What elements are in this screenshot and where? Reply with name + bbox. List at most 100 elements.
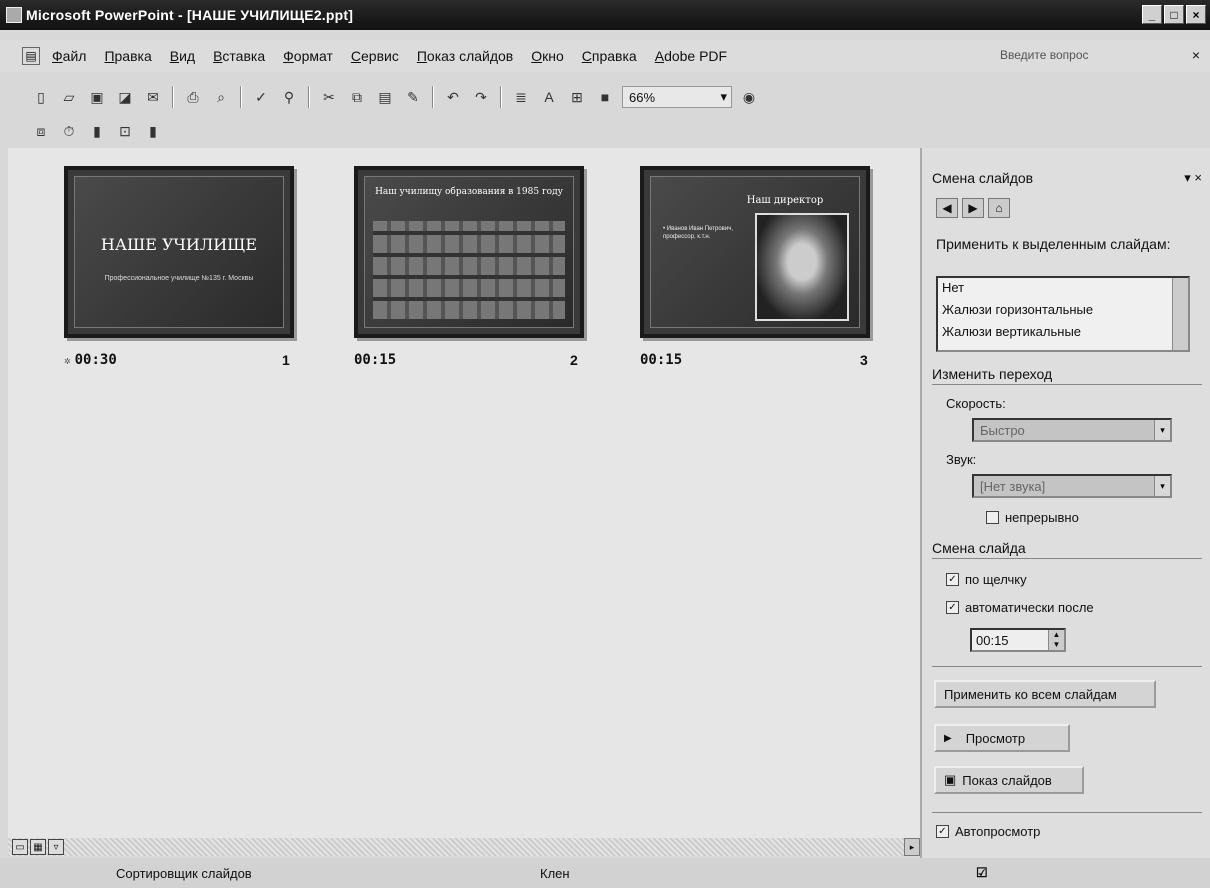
transition-option[interactable]: Жалюзи вертикальные xyxy=(938,322,1188,344)
slideshow-icon: ▣ xyxy=(944,772,957,787)
toolbar-handle-icon: ▮ xyxy=(149,122,157,139)
back-icon[interactable]: ◀ xyxy=(936,198,958,218)
advance-slide-header: Смена слайда xyxy=(932,540,1202,559)
format-painter-icon[interactable]: ✎ xyxy=(402,86,424,108)
permission-icon[interactable]: ◪ xyxy=(114,86,136,108)
autopreview-checkbox[interactable]: ✓ Автопросмотр xyxy=(936,824,1040,839)
window-controls: _ □ × xyxy=(1142,5,1206,24)
normal-view-icon[interactable]: ▭ xyxy=(12,839,28,855)
slide-sorter-view: НАШЕ УЧИЛИЩЕ Профессиональное училище №1… xyxy=(8,148,920,838)
pane-menu-icon[interactable]: ▾ xyxy=(1184,170,1191,185)
slideshow-view-icon[interactable]: ▿ xyxy=(48,839,64,855)
list-scrollbar[interactable] xyxy=(1172,278,1188,350)
chevron-down-icon: ▾ xyxy=(720,89,727,104)
expand-all-icon[interactable]: ≣ xyxy=(510,86,532,108)
menu-insert[interactable]: Вставка xyxy=(213,48,265,64)
pane-close-icon[interactable]: × xyxy=(1194,170,1202,185)
loop-checkbox[interactable]: непрерывно xyxy=(986,510,1079,525)
undo-icon[interactable]: ↶ xyxy=(442,86,464,108)
speed-label: Скорость: xyxy=(946,396,1006,411)
research-icon[interactable]: ⚲ xyxy=(278,86,300,108)
title-bar: Microsoft PowerPoint - [НАШЕ УЧИЛИЩЕ2.pp… xyxy=(0,0,1210,30)
menu-format[interactable]: Формат xyxy=(283,48,333,64)
menu-help[interactable]: Справка xyxy=(582,48,637,64)
redo-icon[interactable]: ↷ xyxy=(470,86,492,108)
spelling-status-icon: ☑ xyxy=(976,865,988,880)
maximize-button[interactable]: □ xyxy=(1164,5,1184,24)
chevron-down-icon: ▾ xyxy=(1154,476,1170,496)
slide-title: Наш директор xyxy=(746,195,824,206)
summary-slide-icon[interactable]: ⊡ xyxy=(114,120,136,142)
speed-select[interactable]: Быстро ▾ xyxy=(972,418,1172,442)
hide-slide-icon[interactable]: ⧈ xyxy=(30,120,52,142)
preview-button[interactable]: ▶ Просмотр xyxy=(934,724,1070,752)
sound-label: Звук: xyxy=(946,452,977,467)
help-question-input[interactable]: Введите вопрос xyxy=(1000,48,1160,68)
pane-controls: ▾ × xyxy=(1184,170,1202,186)
transition-list[interactable]: Нет Жалюзи горизонтальные Жалюзи вертика… xyxy=(936,276,1190,352)
close-button[interactable]: × xyxy=(1186,5,1206,24)
apply-all-button[interactable]: Применить ко всем слайдам xyxy=(934,680,1156,708)
rehearse-timings-icon[interactable]: ⏱ xyxy=(58,120,80,142)
slide-sorter-view-icon[interactable]: ▦ xyxy=(30,839,46,855)
slide-transition-pane: Смена слайдов ▾ × ◀ ▶ ⌂ Применить к выде… xyxy=(920,148,1210,858)
spelling-icon[interactable]: ✓ xyxy=(250,86,272,108)
new-icon[interactable]: ▯ xyxy=(30,86,52,108)
toolbar-separator xyxy=(240,86,242,108)
menu-tools[interactable]: Сервис xyxy=(351,48,399,64)
toolbar-separator xyxy=(308,86,310,108)
minimize-button[interactable]: _ xyxy=(1142,5,1162,24)
print-preview-icon[interactable]: ⌕ xyxy=(210,86,232,108)
toolbar-separator xyxy=(500,86,502,108)
slide-bullets: • Иванов Иван Петрович, профессор, к.т.н… xyxy=(663,226,733,240)
menu-file[interactable]: Файл xyxy=(52,48,86,64)
help-icon[interactable]: ◉ xyxy=(738,86,760,108)
menu-edit[interactable]: Правка xyxy=(104,48,151,64)
email-icon[interactable]: ✉ xyxy=(142,86,164,108)
menu-adobe-pdf[interactable]: Adobe PDF xyxy=(655,48,727,64)
copy-icon[interactable]: ⧉ xyxy=(346,86,368,108)
spinner-arrows-icon[interactable]: ▲ ▼ xyxy=(1048,630,1064,650)
auto-advance-time-input[interactable]: 00:15 ▲ ▼ xyxy=(970,628,1066,652)
cut-icon[interactable]: ✂ xyxy=(318,86,340,108)
sound-select[interactable]: [Нет звука] ▾ xyxy=(972,474,1172,498)
status-view-name: Сортировщик слайдов xyxy=(116,865,252,881)
portrait-photo xyxy=(755,213,849,321)
toolbar-separator xyxy=(432,86,434,108)
document-menu-icon[interactable]: ▤ xyxy=(22,47,40,65)
home-icon[interactable]: ⌂ xyxy=(988,198,1010,218)
zoom-select[interactable]: 66% ▾ xyxy=(622,86,732,108)
transition-icon[interactable]: ✲ xyxy=(64,354,71,367)
save-icon[interactable]: ▣ xyxy=(86,86,108,108)
status-design-name: Клен xyxy=(540,865,570,881)
pane-title[interactable]: Смена слайдов xyxy=(932,170,1033,186)
slideshow-button[interactable]: ▣ Показ слайдов xyxy=(934,766,1084,794)
paste-icon[interactable]: ▤ xyxy=(374,86,396,108)
slide-number-2: 2 xyxy=(570,352,578,368)
transition-option[interactable]: Нет xyxy=(938,278,1188,300)
toolbar-separator xyxy=(172,86,174,108)
menu-window[interactable]: Окно xyxy=(531,48,564,64)
pane-divider xyxy=(932,666,1202,667)
slide-subtitle: Профессиональное училище №135 г. Москвы xyxy=(104,275,254,282)
transition-option[interactable]: Жалюзи горизонтальные xyxy=(938,300,1188,322)
horizontal-scrollbar[interactable]: ▭ ▦ ▿ ▸ xyxy=(8,838,920,856)
on-click-checkbox[interactable]: ✓ по щелчку xyxy=(946,572,1027,587)
menu-slideshow[interactable]: Показ слайдов xyxy=(417,48,513,64)
help-close-icon[interactable]: × xyxy=(1192,47,1200,63)
forward-icon[interactable]: ▶ xyxy=(962,198,984,218)
slide-thumbnail-3[interactable]: Наш директор • Иванов Иван Петрович, про… xyxy=(640,166,870,338)
open-icon[interactable]: ▱ xyxy=(58,86,80,108)
menu-view[interactable]: Вид xyxy=(170,48,195,64)
grid-icon[interactable]: ⊞ xyxy=(566,86,588,108)
show-formatting-icon[interactable]: A xyxy=(538,86,560,108)
scroll-right-icon[interactable]: ▸ xyxy=(904,838,920,856)
print-icon[interactable]: ⎙ xyxy=(182,86,204,108)
color-grayscale-icon[interactable]: ■ xyxy=(594,86,616,108)
checkbox-box xyxy=(986,511,999,524)
slide-canvas: Наш училищу образования в 1985 году xyxy=(364,176,574,328)
slide-thumbnail-1[interactable]: НАШЕ УЧИЛИЩЕ Профессиональное училище №1… xyxy=(64,166,294,338)
slide-thumbnail-2[interactable]: Наш училищу образования в 1985 году xyxy=(354,166,584,338)
standard-toolbar: ▯ ▱ ▣ ◪ ✉ ⎙ ⌕ ✓ ⚲ ✂ ⧉ ▤ ✎ ↶ ↷ ≣ A ⊞ ■ 66… xyxy=(0,80,1210,114)
auto-advance-checkbox[interactable]: ✓ автоматически после xyxy=(946,600,1094,615)
